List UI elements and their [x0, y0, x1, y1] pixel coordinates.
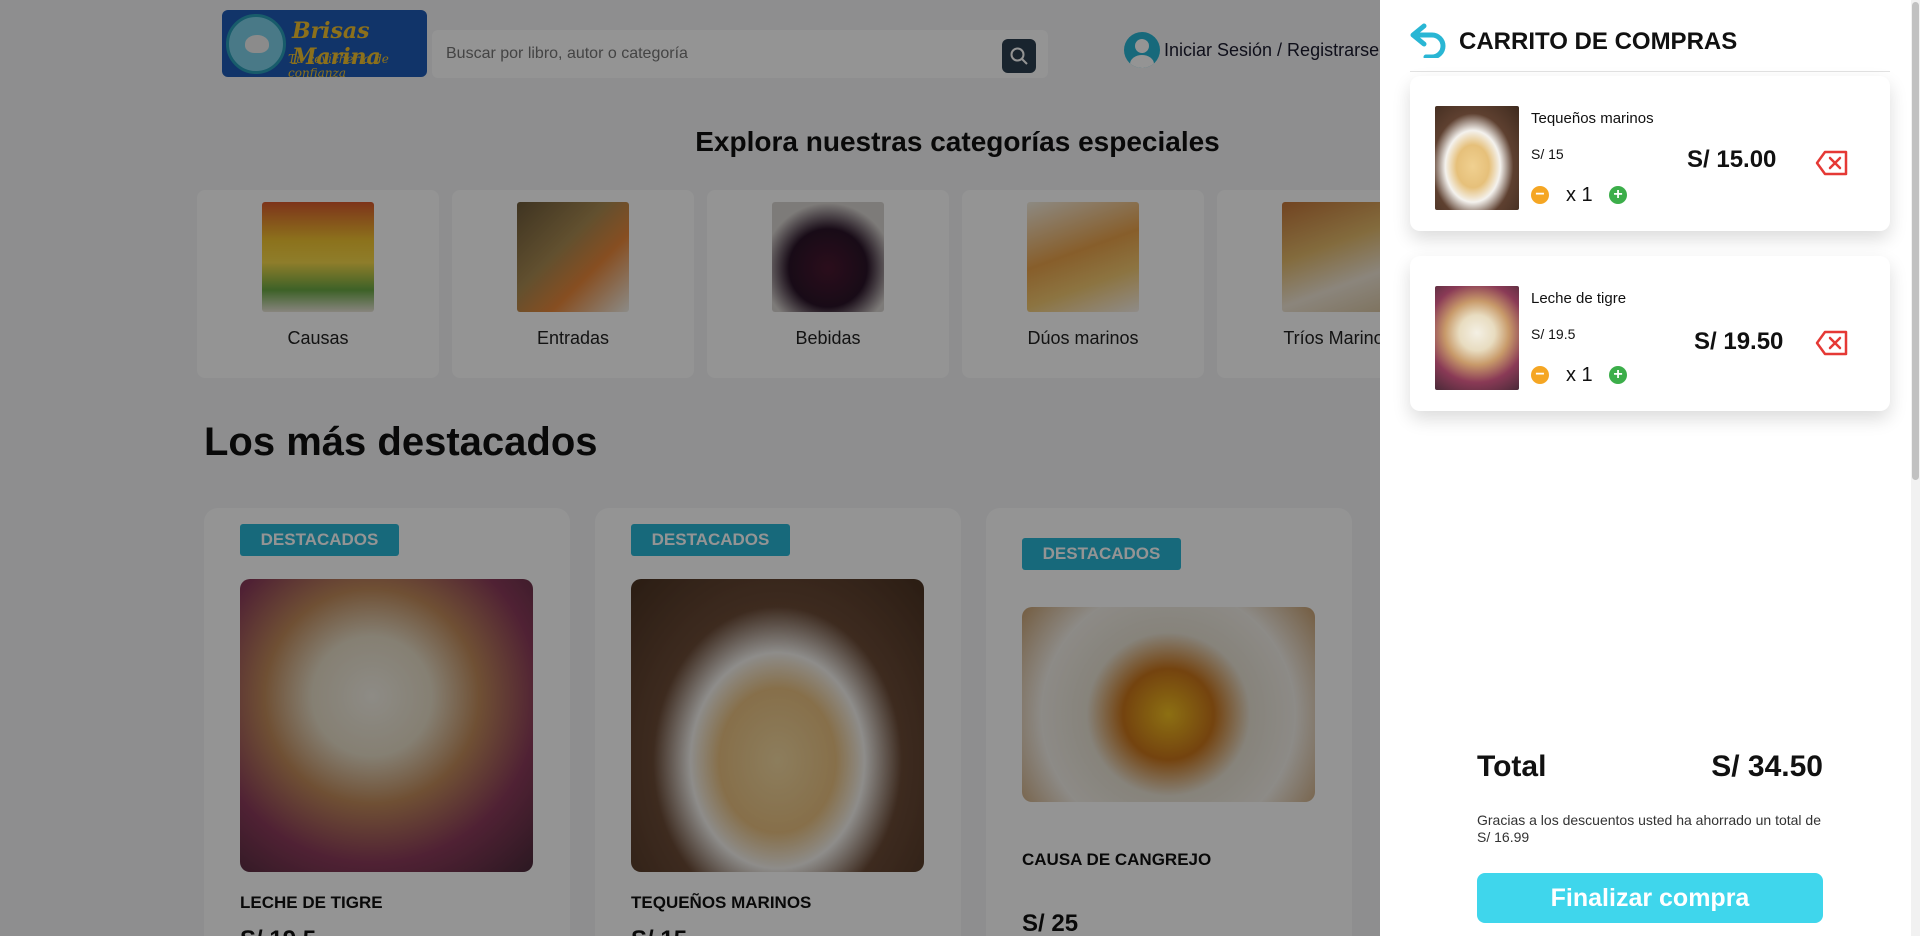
scrollbar[interactable] — [1911, 0, 1920, 936]
cart-item-image — [1435, 286, 1519, 390]
cart-item-unit-price: S/ 19.5 — [1531, 326, 1576, 342]
cart-header: CARRITO DE COMPRAS — [1410, 20, 1890, 72]
cart-item-name: Tequeños marinos — [1531, 110, 1654, 127]
cart-item-subtotal: S/ 19.50 — [1694, 328, 1784, 355]
checkout-button[interactable]: Finalizar compra — [1477, 873, 1823, 923]
total-label: Total — [1477, 750, 1547, 783]
cart-item: Leche de tigre S/ 19.5 S/ 19.50 − x 1 + — [1410, 256, 1890, 411]
cart-title: CARRITO DE COMPRAS — [1459, 28, 1738, 55]
remove-item-button[interactable] — [1815, 150, 1849, 176]
cart-item-quantity: x 1 — [1566, 364, 1593, 386]
back-button[interactable] — [1410, 20, 1454, 60]
cart-item-unit-price: S/ 15 — [1531, 146, 1564, 162]
increase-quantity-button[interactable]: + — [1609, 186, 1627, 204]
decrease-quantity-button[interactable]: − — [1531, 366, 1549, 384]
cart-item-subtotal: S/ 15.00 — [1687, 146, 1777, 173]
total-value: S/ 34.50 — [1711, 750, 1823, 783]
increase-quantity-button[interactable]: + — [1609, 366, 1627, 384]
backspace-delete-icon — [1815, 330, 1848, 356]
scrollbar-thumb[interactable] — [1912, 2, 1919, 480]
cart-item-quantity: x 1 — [1566, 184, 1593, 206]
cart-item: Tequeños marinos S/ 15 S/ 15.00 − x 1 + — [1410, 76, 1890, 231]
cart-item-name: Leche de tigre — [1531, 290, 1627, 307]
decrease-quantity-button[interactable]: − — [1531, 186, 1549, 204]
cart-drawer: CARRITO DE COMPRAS Tequeños marinos S/ 1… — [1380, 0, 1920, 936]
backspace-delete-icon — [1815, 150, 1848, 176]
back-arrow-icon — [1410, 23, 1446, 60]
remove-item-button[interactable] — [1815, 330, 1849, 356]
cart-item-image — [1435, 106, 1519, 210]
savings-message: Gracias a los descuentos usted ha ahorra… — [1477, 812, 1821, 845]
